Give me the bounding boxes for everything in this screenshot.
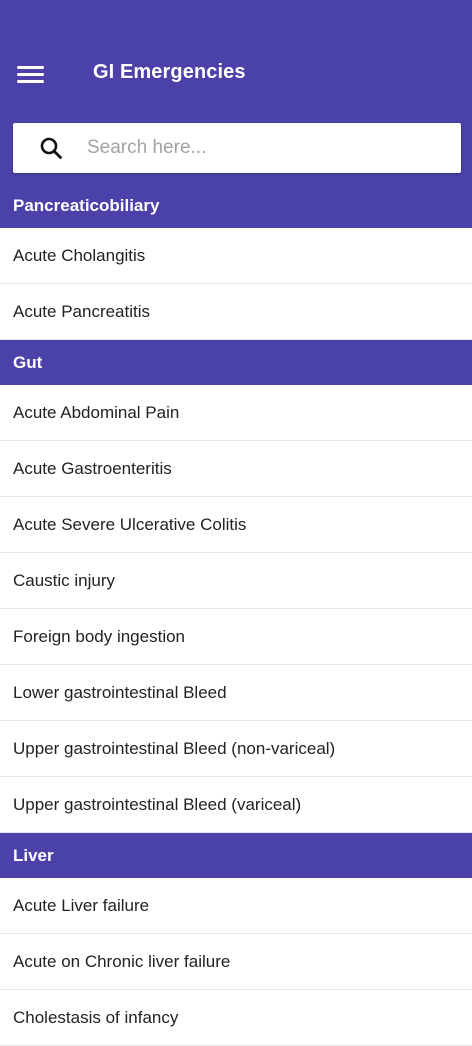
list-item[interactable]: Caustic injury bbox=[0, 553, 472, 609]
search-input[interactable] bbox=[87, 123, 447, 173]
category-list: Pancreaticobiliary Acute Cholangitis Acu… bbox=[0, 183, 472, 1046]
list-item[interactable]: Cholestasis of infancy bbox=[0, 990, 472, 1046]
hamburger-menu-icon[interactable] bbox=[17, 64, 44, 84]
list-item[interactable]: Acute Liver failure bbox=[0, 878, 472, 934]
list-item[interactable]: Upper gastrointestinal Bleed (variceal) bbox=[0, 777, 472, 833]
search-box[interactable] bbox=[13, 123, 461, 173]
list-item[interactable]: Foreign body ingestion bbox=[0, 609, 472, 665]
list-item[interactable]: Acute Cholangitis bbox=[0, 228, 472, 284]
list-item[interactable]: Acute Pancreatitis bbox=[0, 284, 472, 340]
list-item[interactable]: Acute on Chronic liver failure bbox=[0, 934, 472, 990]
section-header-gut: Gut bbox=[0, 340, 472, 385]
section-header-pancreaticobiliary: Pancreaticobiliary bbox=[0, 183, 472, 228]
list-item[interactable]: Acute Severe Ulcerative Colitis bbox=[0, 497, 472, 553]
list-item[interactable]: Acute Gastroenteritis bbox=[0, 441, 472, 497]
list-item[interactable]: Lower gastrointestinal Bleed bbox=[0, 665, 472, 721]
app-title: GI Emergencies bbox=[93, 61, 246, 83]
app-bar: GI Emergencies bbox=[0, 0, 472, 183]
list-item[interactable]: Acute Abdominal Pain bbox=[0, 385, 472, 441]
list-item[interactable]: Upper gastrointestinal Bleed (non-varice… bbox=[0, 721, 472, 777]
section-header-liver: Liver bbox=[0, 833, 472, 878]
search-icon[interactable] bbox=[39, 136, 63, 160]
